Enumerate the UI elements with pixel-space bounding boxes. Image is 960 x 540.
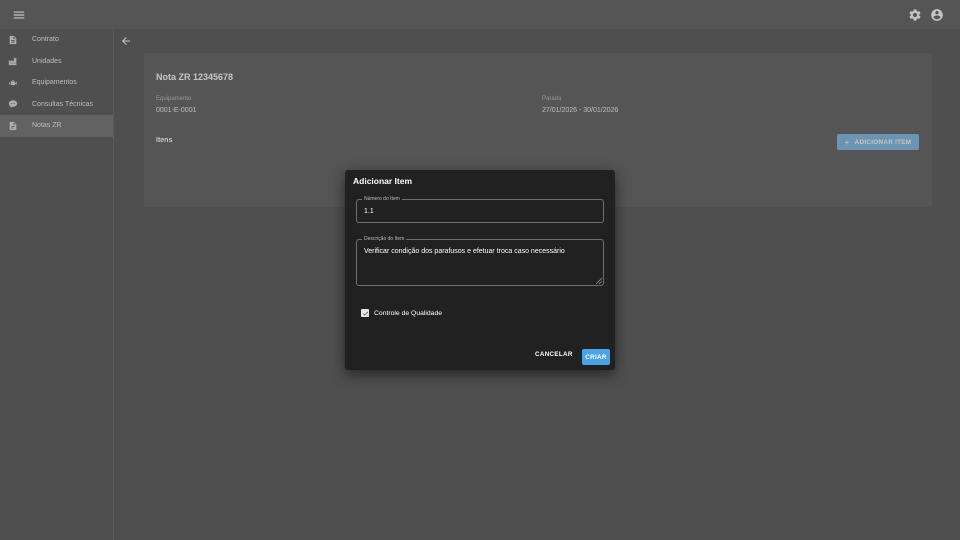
create-button[interactable]: CRIAR — [582, 349, 610, 365]
resize-grip-icon[interactable] — [596, 278, 602, 284]
description-textarea[interactable]: Verificar condição dos parafusos e efetu… — [364, 248, 565, 255]
app-root: Contrato Unidades Equipamentos Consultas… — [0, 0, 960, 540]
checkbox-checked-icon[interactable] — [361, 309, 369, 317]
quality-control-checkbox-row[interactable]: Controle de Qualidade — [361, 309, 442, 317]
description-label: Descrição do Item — [362, 236, 407, 243]
dialog-title: Adicionar Item — [353, 176, 413, 186]
item-number-field[interactable]: Número do Item 1.1 — [356, 196, 604, 223]
add-item-dialog: Adicionar Item Número do Item 1.1 Descri… — [345, 170, 615, 370]
description-field[interactable]: Descrição do Item Verificar condição dos… — [356, 236, 604, 286]
cancel-button[interactable]: CANCELAR — [535, 351, 573, 358]
quality-control-label: Controle de Qualidade — [374, 309, 443, 317]
item-number-input[interactable]: 1.1 — [364, 208, 374, 215]
item-number-label: Número do Item — [362, 196, 402, 203]
